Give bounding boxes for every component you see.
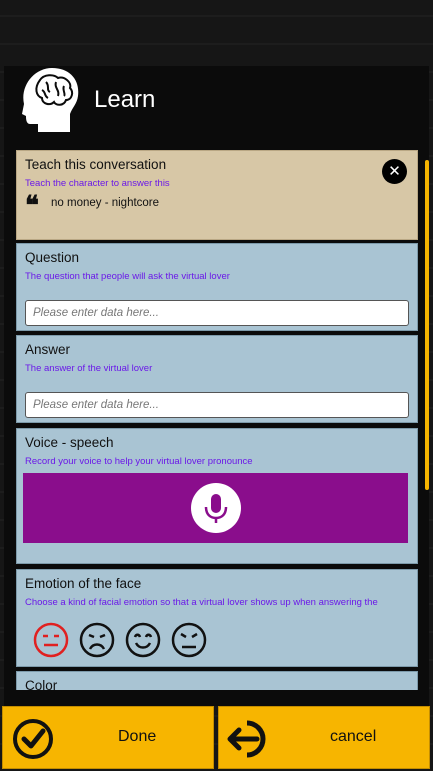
record-voice-button[interactable]: [23, 473, 408, 543]
card-subtitle: The answer of the virtual lover: [25, 363, 153, 374]
exit-arrow-icon: [227, 720, 266, 758]
answer-card: Answer The answer of the virtual lover: [16, 335, 418, 423]
cancel-button[interactable]: cancel: [218, 706, 430, 769]
dialog-title: Learn: [94, 86, 156, 113]
dialog-header: Learn: [4, 66, 429, 144]
close-icon[interactable]: ✕: [382, 159, 407, 184]
angry-face-icon[interactable]: [171, 622, 207, 658]
done-button[interactable]: Done: [2, 706, 214, 769]
card-title: Color: [25, 678, 58, 690]
voice-speech-card: Voice - speech Record your voice to help…: [16, 428, 418, 564]
learn-dialog: Learn Teach this conversation Teach the …: [4, 66, 429, 706]
brain-head-icon: [22, 68, 79, 132]
sad-face-icon[interactable]: [79, 622, 115, 658]
card-title: Emotion of the face: [25, 576, 142, 591]
teach-conversation-card: Teach this conversation Teach the charac…: [16, 150, 418, 240]
card-title: Answer: [25, 342, 71, 357]
form-scroll-area[interactable]: Teach this conversation Teach the charac…: [14, 150, 420, 690]
done-label: Done: [118, 728, 157, 745]
question-input[interactable]: [25, 300, 409, 326]
conversation-quote: no money - nightcore: [51, 197, 160, 209]
question-card: Question The question that people will a…: [16, 243, 418, 331]
emotion-card: Emotion of the face Choose a kind of fac…: [16, 569, 418, 667]
scrollbar[interactable]: [425, 160, 429, 490]
neutral-face-icon[interactable]: [33, 622, 69, 658]
cancel-label: cancel: [330, 728, 377, 745]
quote-icon: ❝: [25, 191, 39, 221]
card-title: Teach this conversation: [25, 157, 167, 172]
answer-input[interactable]: [25, 392, 409, 418]
card-subtitle: Teach the character to answer this: [25, 178, 170, 189]
card-title: Question: [25, 250, 80, 265]
microphone-icon: [191, 483, 241, 533]
card-subtitle: Choose a kind of facial emotion so that …: [25, 597, 378, 608]
card-subtitle: Record your voice to help your virtual l…: [25, 456, 253, 467]
card-title: Voice - speech: [25, 435, 114, 450]
happy-face-icon[interactable]: [125, 622, 161, 658]
color-card: Color: [16, 671, 418, 690]
card-subtitle: The question that people will ask the vi…: [25, 271, 230, 282]
checkmark-circle-icon: [13, 719, 53, 759]
